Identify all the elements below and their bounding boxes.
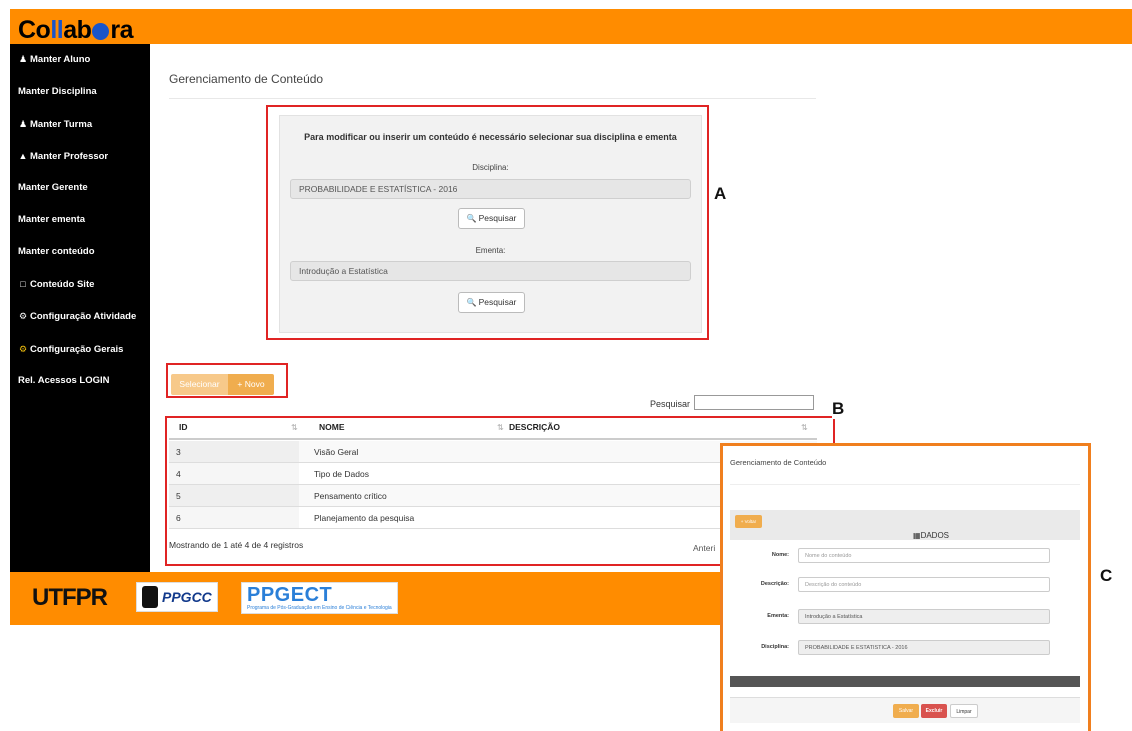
- inset-label-ementa: Ementa:: [767, 613, 789, 619]
- sidebar: ♟ Manter Aluno Manter Disciplina ♟ Manter …: [10, 44, 150, 572]
- sidebar-item-manter-ementa[interactable]: Manter ementa: [18, 214, 85, 226]
- inset-salvar-button[interactable]: Salvar: [893, 704, 919, 718]
- inset-header-bar: [730, 510, 1080, 540]
- footer: UTFPR PPGCC PPGECT Programa de Pós-Gradu…: [10, 572, 720, 625]
- inset-limpar-button[interactable]: Limpar: [950, 704, 978, 718]
- annotation-label-b: B: [832, 399, 845, 419]
- sidebar-item-configuracao-atividade[interactable]: ⚙ Configuração Atividade: [18, 310, 136, 323]
- annotation-box-a: [266, 105, 709, 340]
- inset-dark-bar: [730, 676, 1080, 687]
- square-icon: □: [20, 279, 26, 289]
- inset-excluir-button[interactable]: Excluir: [921, 704, 947, 718]
- page-title: Gerenciamento de Conteúdo: [169, 72, 324, 86]
- inset-disciplina-field: PROBABILIDADE E ESTATISTICA - 2016: [798, 640, 1050, 655]
- title-divider: [169, 98, 816, 99]
- ppgcc-mark-icon: [142, 586, 158, 608]
- inset-form-screenshot: Gerenciamento de Conteúdo + Voltar ▦DADO…: [720, 443, 1091, 731]
- sidebar-item-manter-professor[interactable]: ▲ Manter Professor: [18, 150, 109, 163]
- ppgcc-logo: PPGCC: [136, 582, 218, 612]
- inset-section-title: ▦DADOS: [913, 531, 950, 540]
- gear-icon: ⚙: [18, 344, 28, 354]
- inset-label-nome: Nome:: [771, 552, 789, 558]
- inset-voltar-button[interactable]: + Voltar: [735, 515, 762, 528]
- annotation-label-a: A: [714, 184, 727, 204]
- inset-divider: [730, 484, 1080, 485]
- search-label: Pesquisar: [650, 399, 691, 409]
- inset-label-disciplina: Disciplina:: [761, 644, 789, 650]
- sidebar-item-configuracao-gerais[interactable]: ⚙ Configuração Gerais: [18, 343, 124, 356]
- users-icon: ♟: [18, 119, 28, 129]
- inset-label-descricao: Descrição:: [760, 581, 789, 587]
- gear-icon: ⚙: [18, 311, 28, 321]
- top-bar: Collab ra: [10, 9, 1132, 44]
- graduation-cap-icon: ▲: [18, 151, 28, 161]
- search-input[interactable]: [694, 395, 814, 410]
- inset-nome-field[interactable]: Nome do conteúdo: [798, 548, 1050, 563]
- sidebar-item-manter-conteudo[interactable]: Manter conteúdo: [18, 246, 95, 258]
- utfpr-logo: UTFPR: [32, 584, 108, 611]
- sidebar-item-conteudo-site[interactable]: □ Conteúdo Site: [18, 278, 94, 291]
- table-icon: ▦: [913, 531, 921, 540]
- annotation-label-c: C: [1100, 566, 1113, 586]
- inset-title: Gerenciamento de Conteúdo: [730, 458, 827, 467]
- sidebar-item-manter-turma[interactable]: ♟ Manter Turma: [18, 118, 92, 131]
- sidebar-item-manter-aluno[interactable]: ♟ Manter Aluno: [18, 53, 90, 66]
- inset-descricao-field[interactable]: Descrição do conteúdo: [798, 577, 1050, 592]
- inset-ementa-field: Introdução a Estatística: [798, 609, 1050, 624]
- sidebar-item-manter-gerente[interactable]: Manter Gerente: [18, 182, 88, 194]
- collabora-logo[interactable]: Collab ra: [18, 16, 134, 44]
- logo-ball-icon: [92, 23, 110, 40]
- sidebar-item-rel-acessos-login[interactable]: Rel. Acessos LOGIN: [18, 375, 110, 387]
- sidebar-item-manter-disciplina[interactable]: Manter Disciplina: [18, 86, 97, 98]
- user-icon: ♟: [18, 54, 28, 64]
- ppgect-logo: PPGECT Programa de Pós-Graduação em Ensi…: [241, 582, 398, 614]
- annotation-box-buttons: [166, 363, 288, 398]
